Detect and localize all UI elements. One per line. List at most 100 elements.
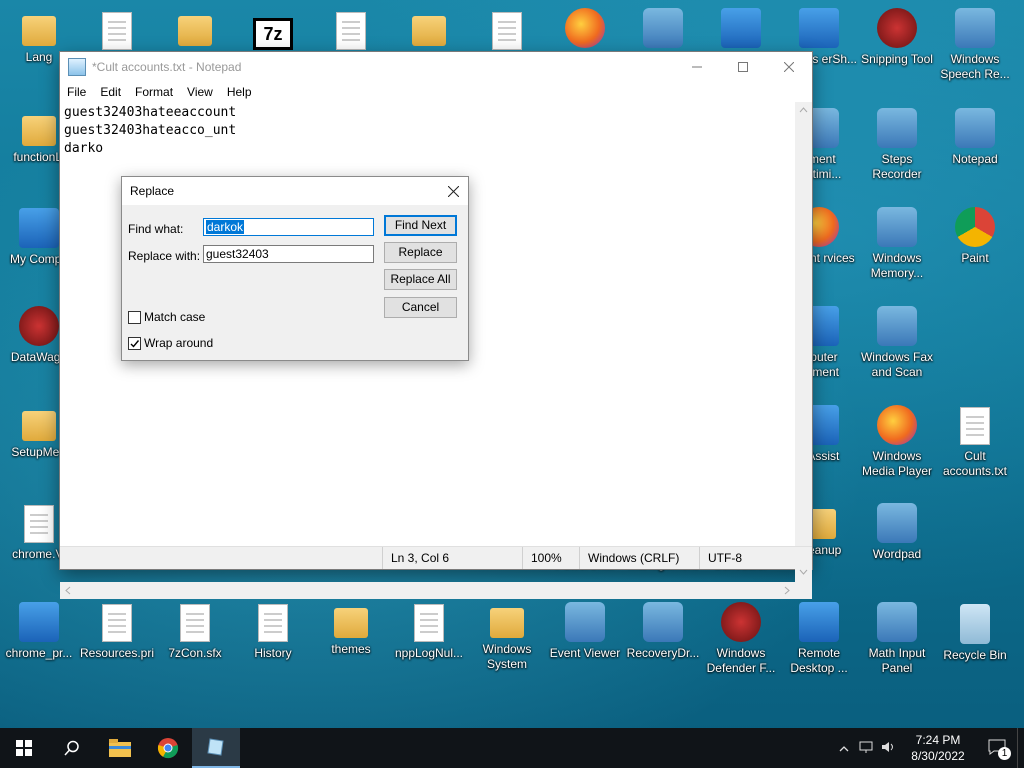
status-bar: Ln 3, Col 6 100% Windows (CRLF) UTF-8 [60, 546, 812, 569]
desktop-icon-remote-desktop[interactable]: Remote Desktop ... [780, 602, 858, 676]
desktop-icon-firefox[interactable] [546, 8, 624, 48]
desktop-icon-file-top-5[interactable] [468, 10, 546, 50]
desktop-icon-paint[interactable]: Paint [936, 207, 1014, 266]
file-icon [414, 604, 444, 642]
search-button[interactable] [48, 728, 96, 768]
dialog-title: Replace [130, 184, 175, 198]
desktop-icon-folder-top-4[interactable] [390, 10, 468, 46]
start-button[interactable] [0, 728, 48, 768]
cancel-button[interactable]: Cancel [384, 297, 457, 318]
desktop-icon-event-viewer[interactable]: Event Viewer [546, 602, 624, 661]
taskbar-notepad[interactable] [192, 728, 240, 768]
notepad-titlebar[interactable]: *Cult accounts.txt - Notepad [60, 52, 812, 82]
close-button[interactable] [766, 52, 812, 82]
folder-icon [412, 16, 446, 46]
replace-with-label: Replace with: [128, 249, 201, 263]
desktop-icon-steps-recorder[interactable]: Steps Recorder [858, 108, 936, 182]
menu-edit[interactable]: Edit [93, 85, 128, 99]
desktop-icon-folder-top-1[interactable] [78, 10, 156, 50]
file-icon [102, 12, 132, 50]
taskbar-chrome[interactable] [144, 728, 192, 768]
app-icon [19, 602, 59, 642]
maximize-button[interactable] [720, 52, 766, 82]
desktop-icon-resources-pri[interactable]: Resources.pri [78, 602, 156, 661]
file-icon [492, 12, 522, 50]
clock[interactable]: 7:24 PM 8/30/2022 [899, 732, 977, 764]
app-icon [643, 602, 683, 642]
menu-format[interactable]: Format [128, 85, 180, 99]
app-icon [877, 602, 917, 642]
menu-help[interactable]: Help [220, 85, 259, 99]
notepad-icon [955, 108, 995, 148]
notepad-icon [207, 738, 224, 756]
minimize-button[interactable] [674, 52, 720, 82]
desktop-icon-folder-top-2[interactable] [156, 10, 234, 46]
replace-button[interactable]: Replace [384, 242, 457, 263]
vertical-scrollbar[interactable] [795, 102, 812, 582]
match-case-checkbox[interactable]: Match case [128, 310, 205, 324]
menu-view[interactable]: View [180, 85, 220, 99]
desktop-icon-wordpad[interactable]: Wordpad [858, 503, 936, 562]
desktop-icon-npplognul[interactable]: nppLogNul... [390, 602, 468, 661]
notification-center-button[interactable]: 1 [977, 739, 1017, 760]
replace-all-button[interactable]: Replace All [384, 269, 457, 290]
wrap-around-checkbox[interactable]: Wrap around [128, 336, 213, 350]
volume-icon[interactable] [877, 741, 899, 756]
chevron-up-icon[interactable] [833, 741, 855, 756]
desktop-icon-math-input[interactable]: Math Input Panel [858, 602, 936, 676]
find-what-input[interactable]: darkok [203, 218, 374, 236]
desktop-icon-history[interactable]: History [234, 602, 312, 661]
menu-file[interactable]: File [60, 85, 93, 99]
replace-with-input[interactable]: guest32403 [203, 245, 374, 263]
app-icon [877, 207, 917, 247]
desktop-icon-chrome-pr[interactable]: chrome_pr... [0, 602, 78, 661]
desktop-icon-themes[interactable]: themes [312, 602, 390, 657]
find-next-button[interactable]: Find Next [384, 215, 457, 236]
notification-count-badge: 1 [998, 746, 1011, 760]
find-what-label: Find what: [128, 222, 184, 236]
minimize-icon [692, 66, 702, 68]
app-icon [799, 602, 839, 642]
app-icon [877, 108, 917, 148]
desktop-icon-7zcon[interactable]: 7zCon.sfx [156, 602, 234, 661]
desktop-icon-notepad[interactable]: Notepad [936, 108, 1014, 167]
folder-icon [22, 411, 56, 441]
desktop-icon-network[interactable] [624, 8, 702, 48]
desktop-icon-speech[interactable]: Windows Speech Re... [936, 8, 1014, 82]
taskbar-file-explorer[interactable] [96, 728, 144, 768]
computer-icon [19, 208, 59, 248]
firefox-icon [565, 8, 605, 48]
app-icon [721, 8, 761, 48]
desktop-icon-component[interactable] [702, 8, 780, 48]
desktop-icon-defender-firewall[interactable]: Windows Defender F... [702, 602, 780, 676]
file-icon [336, 12, 366, 50]
replace-titlebar[interactable]: Replace [122, 177, 468, 205]
desktop-icon-fax-scan[interactable]: Windows Fax and Scan [858, 306, 936, 380]
desktop-icon-windows-system[interactable]: Windows System [468, 602, 546, 672]
desktop-icon-7zip[interactable]: 7z [234, 10, 312, 50]
desktop-icon-recycle-bin[interactable]: Recycle Bin [936, 602, 1014, 663]
checkbox-box [128, 310, 141, 324]
desktop-icon-memory[interactable]: Windows Memory... [858, 207, 936, 281]
replace-with-value: guest32403 [206, 247, 269, 261]
dialog-close-button[interactable] [438, 177, 468, 205]
folder-icon [178, 16, 212, 46]
app-icon [877, 503, 917, 543]
clock-time: 7:24 PM [915, 733, 961, 747]
desktop-icon-file-top-3[interactable] [312, 10, 390, 50]
horizontal-scrollbar[interactable] [60, 582, 812, 599]
checkbox-box [128, 336, 141, 350]
desktop-icon-cult-accounts[interactable]: Cult accounts.txt [936, 405, 1014, 479]
powershell-icon [799, 8, 839, 48]
find-what-value: darkok [206, 220, 245, 234]
desktop-icon-media-player[interactable]: Windows Media Player [858, 405, 936, 479]
notepad-icon [68, 58, 86, 76]
firewall-icon [721, 602, 761, 642]
recycle-bin-icon [960, 604, 990, 644]
status-line-ending: Windows (CRLF) [579, 547, 699, 569]
desktop-icon-snipping-tool[interactable]: Snipping Tool [858, 8, 936, 67]
network-icon[interactable] [855, 741, 877, 756]
desktop-icon-recovery-drive[interactable]: RecoveryDr... [624, 602, 702, 661]
close-icon [784, 62, 794, 72]
show-desktop-button[interactable] [1017, 728, 1024, 768]
